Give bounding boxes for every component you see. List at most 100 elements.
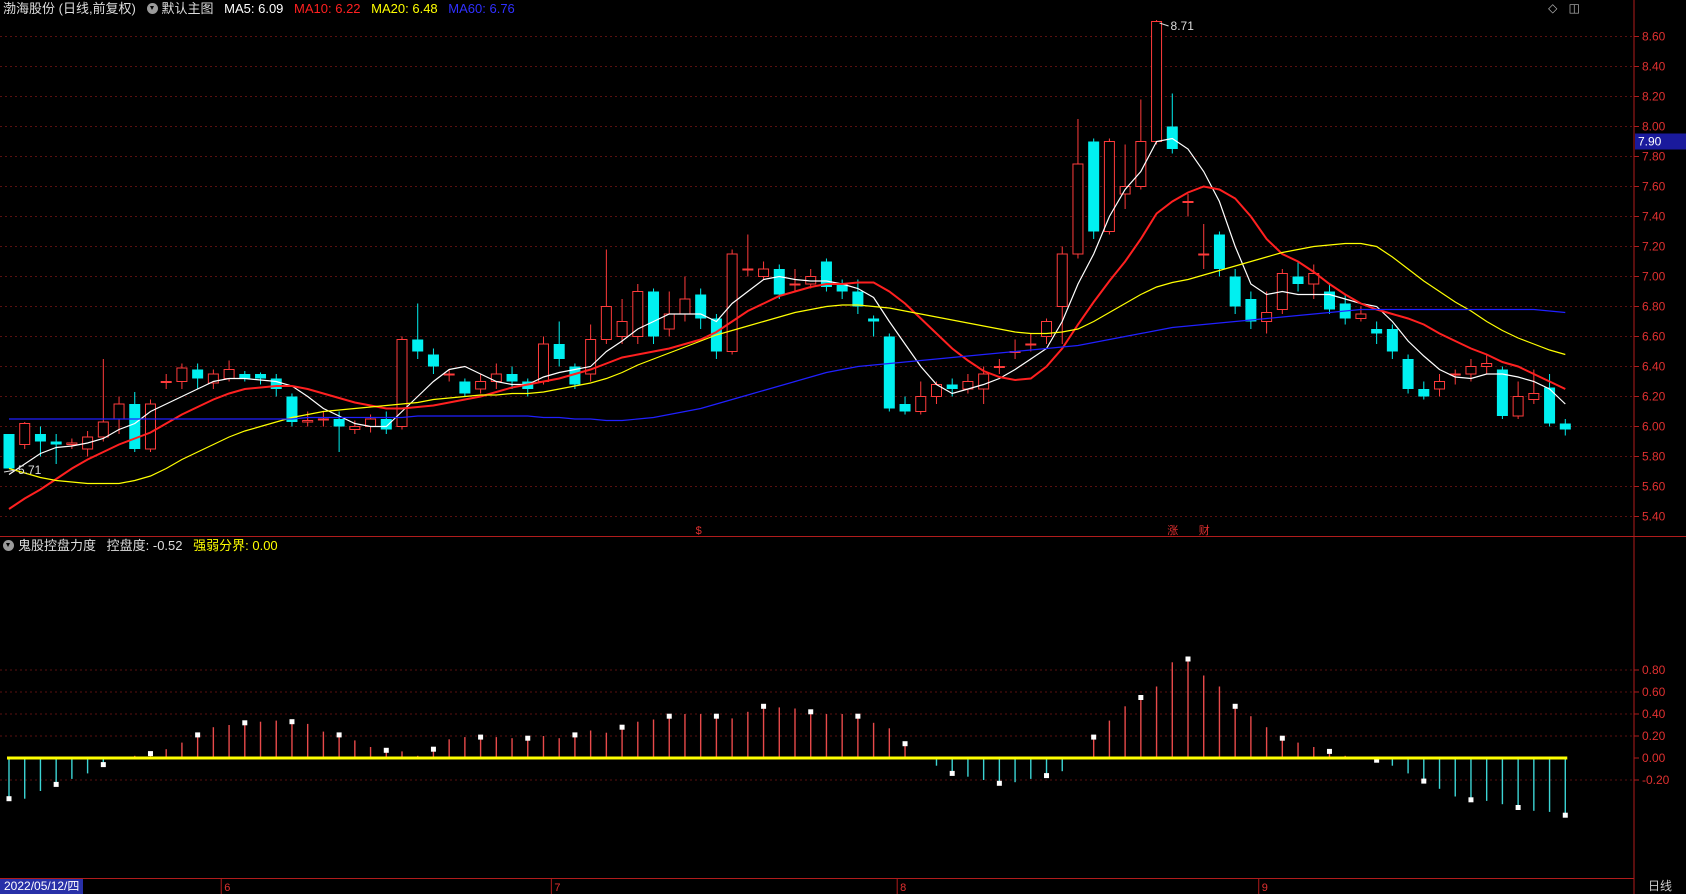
candle-body (1088, 141, 1100, 232)
indicator-header: 鬼股控盘力度 控盘度: -0.52 强弱分界: 0.00 (3, 537, 285, 555)
candle-body (899, 404, 911, 412)
ma-line-ma60 (9, 308, 1566, 422)
indicator-dot (855, 713, 861, 719)
candle-body (1056, 253, 1068, 307)
candle-body (349, 426, 361, 430)
current-price-label: 7.90 (1638, 135, 1662, 149)
y-tick-label: 6.20 (1642, 390, 1666, 404)
candle-body (1292, 276, 1304, 284)
candle-body (270, 378, 282, 389)
indicator-dot (195, 732, 201, 738)
candle-body (1481, 363, 1493, 367)
indicator-dot (147, 751, 153, 757)
month-label: 7 (554, 882, 560, 894)
period-label[interactable]: 日线 (1648, 879, 1672, 894)
y-tick-label: 5.80 (1642, 450, 1666, 464)
month-label: 6 (224, 882, 230, 894)
indicator-dot (6, 796, 12, 802)
candle-body (758, 268, 770, 277)
indicator-dot (383, 747, 389, 753)
diamond-icon[interactable]: ◇ (1548, 1, 1557, 15)
candle-body (19, 423, 31, 445)
candle-body (789, 283, 801, 286)
window-controls: ◇ ◫ (1540, 1, 1580, 15)
ma5-label: MA5: 6.09 (224, 1, 284, 16)
candle-body (34, 434, 46, 442)
candle-body (1559, 423, 1571, 430)
candle-body (50, 441, 62, 445)
indicator-name[interactable]: 鬼股控盘力度 (3, 538, 96, 553)
event-marker: 财 (1199, 523, 1210, 537)
y-tick-label: 0.60 (1642, 685, 1666, 699)
candle-body (978, 373, 990, 390)
y-tick-label: 8.60 (1642, 30, 1666, 44)
candle-body (1261, 312, 1273, 322)
ma10-label: MA10: 6.22 (294, 1, 361, 16)
candle-body (946, 384, 958, 389)
window-restore-icon[interactable]: ◫ (1569, 1, 1580, 15)
y-tick-label: 0.40 (1642, 707, 1666, 721)
candle-body (600, 306, 612, 340)
y-tick-label: 7.80 (1642, 150, 1666, 164)
indicator-dot (1421, 778, 1427, 784)
ma-line-ma20 (8, 242, 1566, 485)
indicator-dot (666, 713, 672, 719)
candle-body (868, 318, 880, 322)
event-marker: 涨 (1167, 524, 1178, 537)
y-tick-label: 0.80 (1642, 663, 1666, 677)
y-tick-label: 6.40 (1642, 360, 1666, 374)
indicator-dot (100, 762, 106, 768)
candle-body (679, 298, 691, 315)
candle-body (1245, 299, 1257, 322)
month-label: 9 (1262, 882, 1268, 894)
candle-body (506, 374, 518, 382)
candle-body (993, 366, 1005, 368)
candle-body (1072, 163, 1084, 255)
y-tick-label: 8.00 (1642, 120, 1666, 134)
indicator-dot (1562, 812, 1568, 818)
candle-body (427, 354, 439, 367)
candle-body (317, 418, 329, 421)
indicator-dot (1091, 734, 1097, 740)
indicator-dot (1279, 735, 1285, 741)
candle-body (443, 373, 455, 376)
candle-body (852, 291, 864, 307)
indicator-dot (619, 724, 625, 730)
y-tick-label: 6.80 (1642, 300, 1666, 314)
indicator-dot (761, 703, 767, 709)
candle-body (695, 294, 707, 319)
candle-body (1402, 359, 1414, 389)
y-tick-label: 6.00 (1642, 420, 1666, 434)
y-tick-label: 7.00 (1642, 270, 1666, 284)
event-marker: $ (696, 525, 702, 537)
dropdown-circle-icon[interactable] (146, 3, 158, 14)
indicator-dot (1515, 805, 1521, 810)
candle-body (255, 374, 267, 379)
main-chart-label[interactable]: 默认主图 (146, 1, 214, 16)
candle-body (553, 344, 565, 359)
candle-body (144, 403, 156, 450)
candle-body (176, 367, 188, 382)
candle-body (1229, 276, 1241, 307)
candle-body (380, 419, 392, 430)
y-tick-label: 0.20 (1642, 729, 1666, 743)
candle-body (1166, 126, 1178, 149)
min-price-label: 5.71 (18, 463, 42, 477)
control-degree-label: 控盘度: -0.52 (106, 538, 183, 553)
candle-body (459, 381, 471, 394)
collapse-circle-icon[interactable] (3, 540, 14, 551)
candle-body (1041, 321, 1053, 337)
y-tick-label: 7.40 (1642, 210, 1666, 224)
start-date-label: 2022/05/12/四 (0, 879, 84, 894)
candle-body (616, 321, 628, 337)
indicator-dot (1138, 695, 1144, 700)
candle-body (113, 403, 125, 420)
candle-body (1496, 369, 1508, 416)
chart-canvas[interactable]: 8.60 8.40 8.20 8.00 7.80 7.60 7.40 7.20 7.00 6.80… (0, 0, 1686, 894)
y-tick-label: 5.40 (1642, 510, 1666, 524)
candle-body (648, 291, 660, 337)
stock-name[interactable]: 渤海股份 (日线,前复权) (3, 1, 136, 16)
candle-body (66, 442, 78, 445)
ma60-label: MA60: 6.76 (448, 1, 515, 16)
indicator-dot (289, 719, 295, 725)
